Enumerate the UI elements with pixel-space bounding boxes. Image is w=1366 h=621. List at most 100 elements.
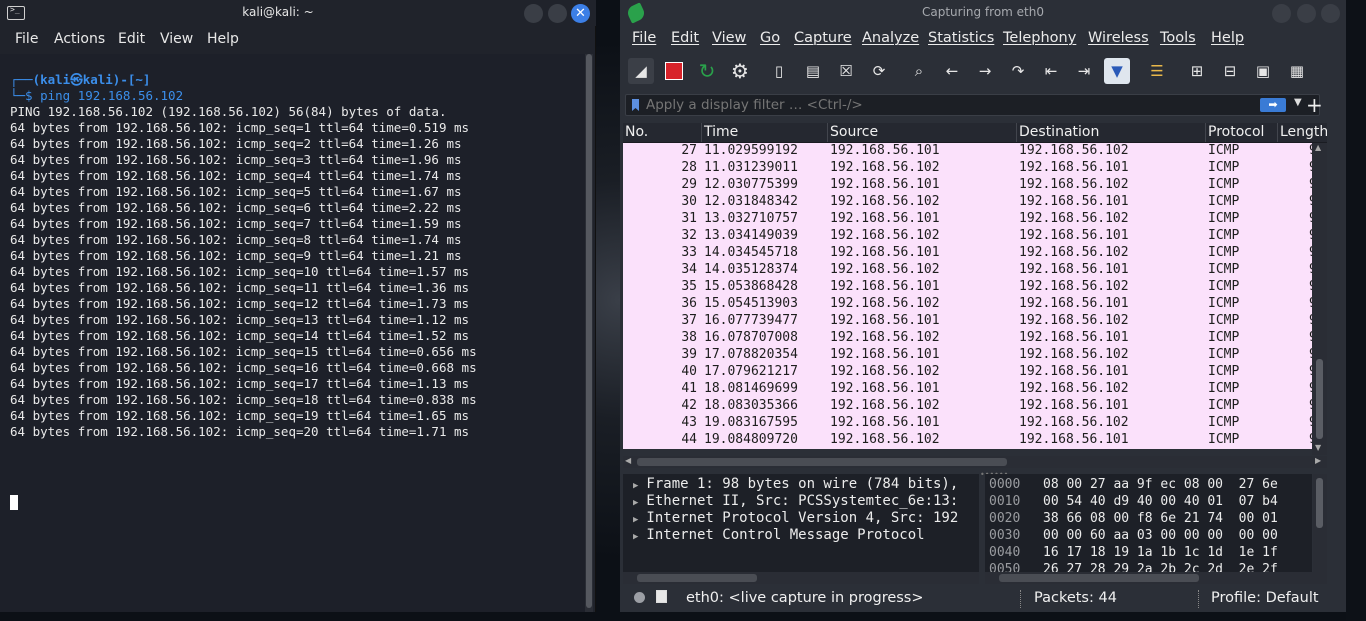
go-back-icon[interactable]: ← bbox=[939, 58, 965, 84]
ws-menu-tools[interactable]: Tools bbox=[1160, 30, 1196, 46]
terminal-line: 64 bytes from 192.168.56.102: icmp_seq=2… bbox=[10, 136, 462, 151]
packet-row[interactable]: 27 11.029599192 192.168.56.101 192.168.56.1… bbox=[623, 143, 1312, 160]
menu-view[interactable]: View bbox=[160, 31, 193, 47]
menu-help[interactable]: Help bbox=[207, 31, 239, 47]
ws-maximize-button[interactable] bbox=[1297, 4, 1316, 23]
open-file-icon[interactable]: ▯ bbox=[766, 58, 792, 84]
packet-row[interactable]: 43 19.083167595 192.168.56.101 192.168.56.1… bbox=[623, 415, 1312, 432]
terminal-output[interactable]: ┌──(kali㉿kali)-[~] └─$ ping 192.168.56.1… bbox=[0, 54, 586, 612]
maximize-button[interactable] bbox=[548, 4, 567, 23]
expand-arrow-icon[interactable]: ▶ bbox=[633, 532, 638, 542]
minimize-button[interactable] bbox=[524, 4, 543, 23]
capture-options-icon[interactable]: ⚙ bbox=[727, 58, 753, 84]
packet-row[interactable]: 36 15.054513903 192.168.56.102 192.168.56.1… bbox=[623, 296, 1312, 313]
packet-row[interactable]: 28 11.031239011 192.168.56.102 192.168.56.1… bbox=[623, 160, 1312, 177]
packet-row[interactable]: 30 12.031848342 192.168.56.102 192.168.56.1… bbox=[623, 194, 1312, 211]
ws-menu-help[interactable]: Help bbox=[1211, 30, 1244, 46]
ws-menu-analyze[interactable]: Analyze bbox=[862, 30, 919, 46]
find-packet-icon[interactable]: ⌕ bbox=[906, 58, 932, 84]
apply-filter-button[interactable]: ➡ bbox=[1260, 98, 1286, 112]
bytes-hscroll[interactable] bbox=[985, 572, 1327, 584]
go-to-packet-icon[interactable]: ↷ bbox=[1005, 58, 1031, 84]
wireshark-window: Capturing from eth0 File Edit View Go Ca… bbox=[620, 0, 1346, 612]
capture-comment-icon[interactable] bbox=[656, 590, 667, 603]
save-file-icon[interactable]: ▤ bbox=[800, 58, 826, 84]
bytes-vscroll[interactable] bbox=[1313, 474, 1327, 572]
details-hscroll[interactable] bbox=[623, 572, 979, 584]
packet-row[interactable]: 34 14.035128374 192.168.56.102 192.168.56.1… bbox=[623, 262, 1312, 279]
packet-row[interactable]: 29 12.030775399 192.168.56.101 192.168.56.1… bbox=[623, 177, 1312, 194]
menu-actions[interactable]: Actions bbox=[54, 31, 105, 47]
packet-row[interactable]: 37 16.077739477 192.168.56.101 192.168.56.1… bbox=[623, 313, 1312, 330]
detail-tree-item[interactable]: ▶ Ethernet II, Src: PCSSystemtec_6e:13: bbox=[633, 493, 958, 509]
packet-list-vscroll[interactable]: ▲ ▼ bbox=[1312, 143, 1327, 455]
filter-bookmark-icon[interactable] bbox=[632, 99, 639, 111]
add-filter-button[interactable]: + bbox=[1306, 93, 1323, 117]
start-capture-icon[interactable]: ◢ bbox=[628, 58, 654, 84]
expand-arrow-icon[interactable]: ▶ bbox=[633, 515, 638, 525]
menu-file[interactable]: File bbox=[15, 31, 38, 47]
close-file-icon[interactable]: ☒ bbox=[833, 58, 859, 84]
packet-cell-time: 15.053868428 bbox=[704, 279, 798, 294]
ws-menu-view[interactable]: View bbox=[712, 30, 746, 46]
detail-tree-item[interactable]: ▶ Frame 1: 98 bytes on wire (784 bits), bbox=[633, 476, 958, 492]
go-forward-icon[interactable]: → bbox=[972, 58, 998, 84]
resize-columns-icon[interactable]: ▦ bbox=[1284, 58, 1310, 84]
zoom-in-icon[interactable]: ⊞ bbox=[1184, 58, 1210, 84]
stop-capture-icon[interactable] bbox=[661, 58, 687, 84]
filter-dropdown-icon[interactable]: ▼ bbox=[1294, 97, 1302, 108]
col-protocol[interactable]: Protocol bbox=[1208, 124, 1264, 140]
expand-arrow-icon[interactable]: ▶ bbox=[633, 481, 638, 491]
profile-status[interactable]: Profile: Default bbox=[1211, 590, 1319, 606]
col-length[interactable]: Length bbox=[1280, 124, 1327, 140]
packet-row[interactable]: 40 17.079621217 192.168.56.102 192.168.56.1… bbox=[623, 364, 1312, 381]
packet-row[interactable]: 44 19.084809720 192.168.56.102 192.168.56.1… bbox=[623, 432, 1312, 449]
packet-row[interactable]: 33 14.034545718 192.168.56.101 192.168.56.1… bbox=[623, 245, 1312, 262]
packet-details-pane[interactable]: ▶ Frame 1: 98 bytes on wire (784 bits), ▶ E… bbox=[623, 474, 979, 584]
zoom-out-icon[interactable]: ⊟ bbox=[1217, 58, 1243, 84]
colorize-icon[interactable]: ☰ bbox=[1144, 58, 1170, 84]
wireshark-titlebar[interactable]: Capturing from eth0 bbox=[620, 0, 1346, 26]
first-packet-icon[interactable]: ⇤ bbox=[1038, 58, 1064, 84]
packet-list-hscroll[interactable]: ◀ ▶ bbox=[623, 456, 1327, 468]
normal-size-icon[interactable]: ▣ bbox=[1250, 58, 1276, 84]
ws-menu-file[interactable]: File bbox=[632, 30, 656, 46]
packet-row[interactable]: 41 18.081469699 192.168.56.101 192.168.56.1… bbox=[623, 381, 1312, 398]
packet-cell-proto: ICMP bbox=[1208, 313, 1240, 328]
ws-minimize-button[interactable] bbox=[1272, 4, 1291, 23]
terminal-scrollbar[interactable] bbox=[585, 54, 593, 612]
packet-row[interactable]: 39 17.078820354 192.168.56.101 192.168.56.1… bbox=[623, 347, 1312, 364]
ws-menu-capture[interactable]: Capture bbox=[794, 30, 852, 46]
ws-menu-statistics[interactable]: Statistics bbox=[928, 30, 994, 46]
packet-row[interactable]: 32 13.034149039 192.168.56.102 192.168.56.1… bbox=[623, 228, 1312, 245]
autoscroll-icon[interactable]: ▼ bbox=[1104, 58, 1130, 84]
ws-menu-go[interactable]: Go bbox=[760, 30, 780, 46]
detail-tree-item[interactable]: ▶ Internet Control Message Protocol bbox=[633, 527, 925, 543]
ws-close-button[interactable] bbox=[1321, 4, 1340, 23]
ws-menu-telephony[interactable]: Telephony bbox=[1003, 30, 1076, 46]
reload-file-icon[interactable]: ⟳ bbox=[866, 58, 892, 84]
col-no[interactable]: No. bbox=[625, 124, 648, 140]
packet-cell-no: 37 bbox=[681, 313, 697, 328]
packet-row[interactable]: 42 18.083035366 192.168.56.102 192.168.56.1… bbox=[623, 398, 1312, 415]
expand-arrow-icon[interactable]: ▶ bbox=[633, 498, 638, 508]
col-destination[interactable]: Destination bbox=[1019, 124, 1099, 140]
packet-row[interactable]: 35 15.053868428 192.168.56.101 192.168.56.1… bbox=[623, 279, 1312, 296]
menu-edit[interactable]: Edit bbox=[118, 31, 145, 47]
close-button[interactable]: ✕ bbox=[571, 4, 590, 23]
detail-tree-item[interactable]: ▶ Internet Protocol Version 4, Src: 192 bbox=[633, 510, 958, 526]
col-source[interactable]: Source bbox=[830, 124, 878, 140]
terminal-titlebar[interactable]: kali@kali: ~ ✕ bbox=[0, 0, 596, 26]
last-packet-icon[interactable]: ⇥ bbox=[1071, 58, 1097, 84]
ws-menu-edit[interactable]: Edit bbox=[671, 30, 699, 46]
col-time[interactable]: Time bbox=[704, 124, 738, 140]
packet-row[interactable]: 31 13.032710757 192.168.56.101 192.168.56.1… bbox=[623, 211, 1312, 228]
packet-row[interactable]: 38 16.078707008 192.168.56.102 192.168.56.1… bbox=[623, 330, 1312, 347]
display-filter-input[interactable] bbox=[646, 96, 1246, 114]
restart-capture-icon[interactable]: ↻ bbox=[694, 58, 720, 84]
expert-info-icon[interactable] bbox=[634, 592, 645, 603]
ws-menu-wireless[interactable]: Wireless bbox=[1088, 30, 1149, 46]
ping-command: ping 192.168.56.102 bbox=[40, 88, 184, 103]
packet-list[interactable]: 27 11.029599192 192.168.56.101 192.168.56.1… bbox=[623, 143, 1312, 449]
packet-bytes-pane[interactable]: 0000 08 00 27 aa 9f ec 08 00 27 6e 0010 00 … bbox=[985, 474, 1312, 572]
